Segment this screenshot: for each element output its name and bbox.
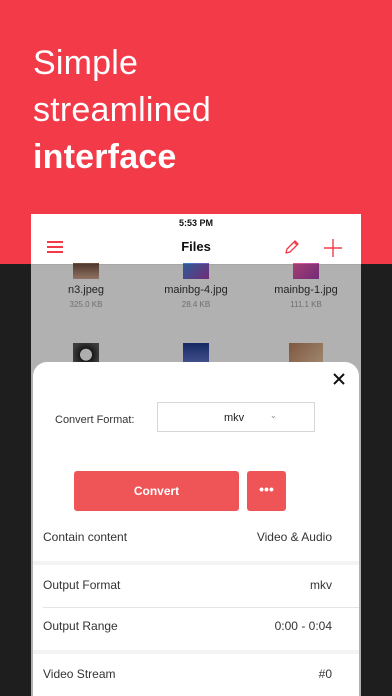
page-title: Files xyxy=(181,239,211,254)
pencil-icon[interactable] xyxy=(283,238,301,256)
chevron-down-icon: ⌄ xyxy=(270,411,277,420)
close-icon[interactable] xyxy=(333,373,345,385)
info-row-value: #0 xyxy=(318,667,332,681)
info-row-key: Video Stream xyxy=(43,667,116,681)
info-row-contain-content: Contain content Video & Audio xyxy=(43,517,359,561)
convert-format-label: Convert Format: xyxy=(55,414,135,426)
hero-line-3: interface xyxy=(33,138,177,176)
nav-bar: Files xyxy=(31,232,361,265)
info-row-key: Output Range xyxy=(43,619,118,633)
phone-screen: 5:53 PM Files n3.jpeg 325.0 KB mainbg-4.… xyxy=(31,214,361,696)
status-bar-time: 5:53 PM xyxy=(178,218,213,228)
plus-icon[interactable] xyxy=(323,238,343,258)
info-row-video-stream[interactable]: Video Stream #0 xyxy=(43,654,359,696)
info-row-output-range[interactable]: Output Range 0:00 - 0:04 xyxy=(43,606,359,650)
hero-line-1: Simple xyxy=(33,44,139,82)
format-select[interactable]: mkv ⌄ xyxy=(157,402,315,432)
info-row-value: mkv xyxy=(310,578,332,592)
info-row-value: Video & Audio xyxy=(256,530,332,544)
info-row-key: Contain content xyxy=(43,530,128,544)
info-row-output-format[interactable]: Output Format mkv xyxy=(43,565,359,609)
more-options-button[interactable]: ••• xyxy=(247,471,286,511)
convert-sheet: Convert Format: mkv ⌄ Convert ••• Contai… xyxy=(33,362,359,696)
hero-headline: Simple streamlined interface xyxy=(33,40,211,181)
format-select-value: mkv xyxy=(224,412,245,424)
convert-button[interactable]: Convert xyxy=(74,471,239,511)
info-row-value: 0:00 - 0:04 xyxy=(274,619,332,633)
hero-line-2: streamlined xyxy=(33,91,211,129)
info-row-key: Output Format xyxy=(43,578,121,592)
